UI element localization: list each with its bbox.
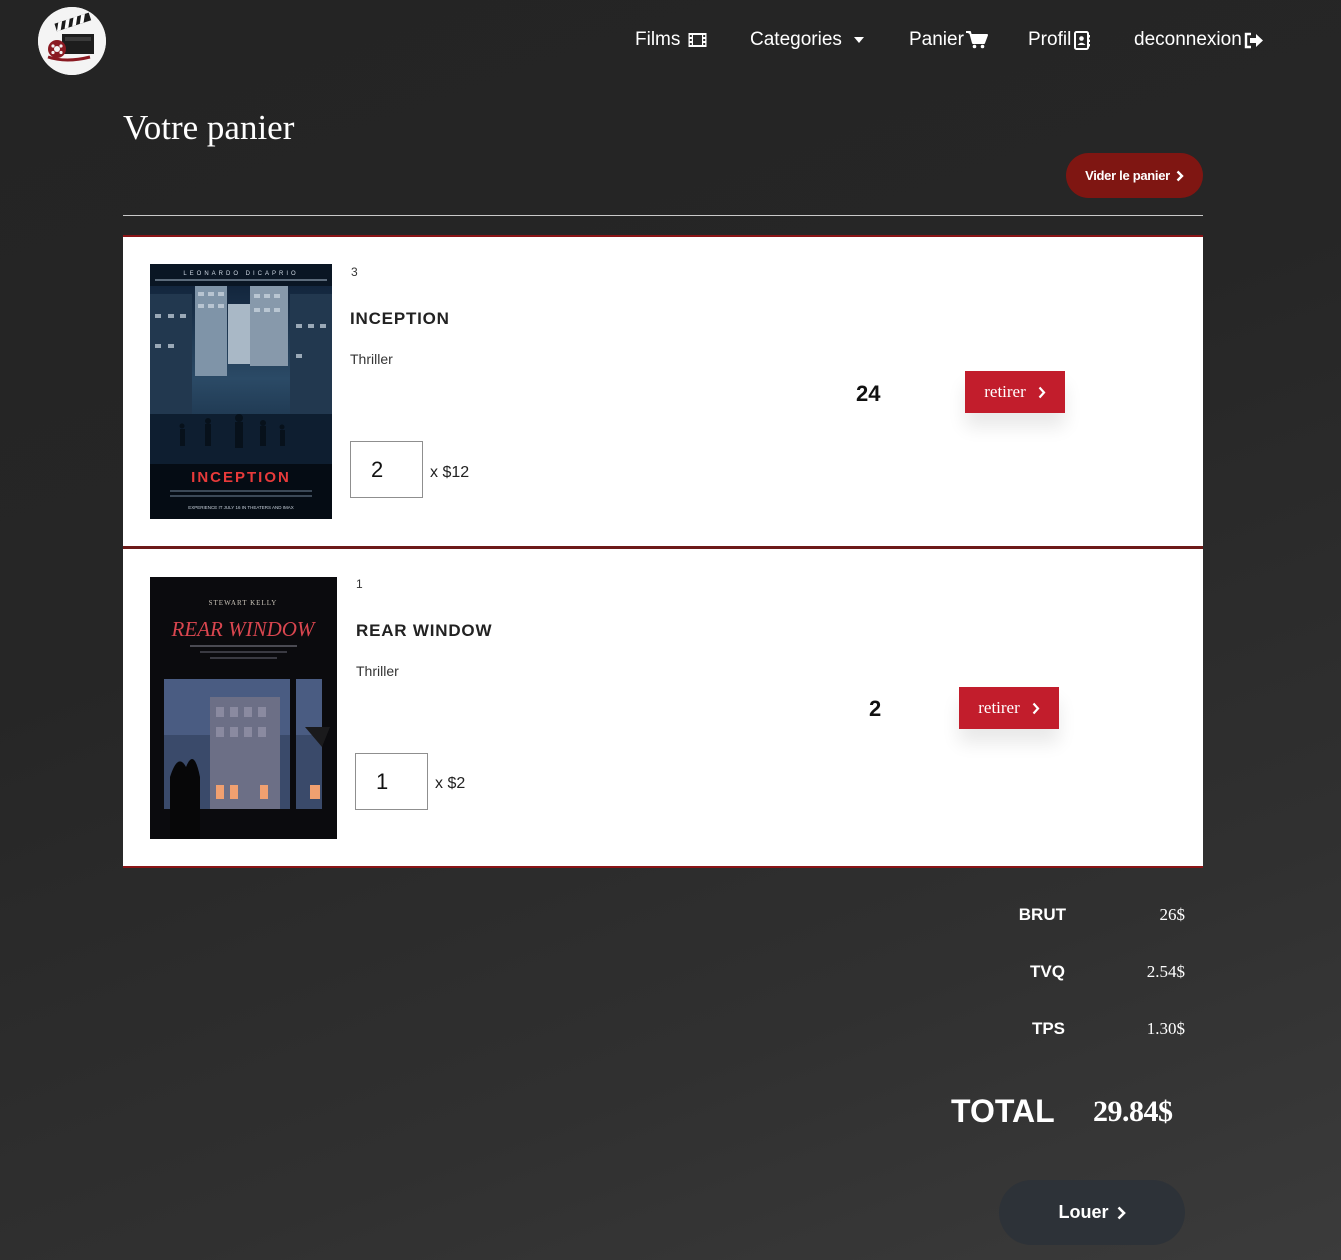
tps-label: TPS	[1031, 1019, 1065, 1038]
quantity-input[interactable]: 1	[355, 753, 428, 810]
chevron-down-icon	[853, 37, 864, 43]
nav-item-categories[interactable]: Categories	[750, 29, 864, 51]
unit-price: x $2	[435, 775, 466, 792]
chevron-right-icon	[1176, 170, 1184, 182]
item-id: 1	[356, 577, 363, 591]
poster-top-text: STEWART KELLY	[209, 599, 278, 607]
unit-price: x $12	[430, 464, 470, 481]
nav-item-panier[interactable]: Panier	[909, 29, 988, 51]
line-total: 2	[869, 696, 882, 721]
film-icon	[686, 32, 707, 48]
poster-footer-text: EXPERIENCE IT JULY 16 IN THEATERS AND IM…	[188, 505, 294, 510]
rent-button[interactable]: Louer	[999, 1180, 1185, 1245]
nav-profil-label: Profil	[1028, 29, 1072, 50]
address-book-icon	[1071, 30, 1091, 50]
remove-item-button[interactable]: retirer	[959, 687, 1059, 729]
nav-item-films[interactable]: Films	[635, 29, 707, 51]
page-title: Votre panier	[123, 108, 295, 147]
nav-panier-label: Panier	[909, 29, 964, 50]
item-genre: Thriller	[356, 663, 399, 679]
remove-item-label: retirer	[978, 698, 1020, 717]
quantity-input[interactable]: 2	[350, 441, 423, 498]
nav-item-logout[interactable]: deconnexion	[1134, 29, 1264, 51]
poster-title-text: INCEPTION	[191, 469, 291, 486]
clear-cart-button[interactable]: Vider le panier	[1066, 153, 1203, 198]
shopping-cart-icon	[964, 31, 988, 49]
poster-title-text: REAR WINDOW	[171, 617, 317, 641]
header-divider	[123, 215, 1203, 216]
nav-logout-label: deconnexion	[1134, 29, 1242, 50]
nav-films-label: Films	[635, 29, 681, 50]
tvq-value: 2.54$	[1146, 962, 1185, 981]
nav-item-profil[interactable]: Profil	[1028, 29, 1091, 51]
sign-out-icon	[1242, 32, 1264, 49]
cart-item: STEWART KELLY REAR WINDOW 1 REAR WINDOW …	[123, 549, 1203, 868]
navbar: Films Categories Panier Profil deconnexi…	[0, 0, 1341, 80]
total-value: 29.84$	[1093, 1095, 1173, 1128]
cart-item: LEONARDO DICAPRIO INCEPTION EXPERIENCE I…	[123, 235, 1203, 549]
item-genre: Thriller	[350, 351, 393, 367]
tps-value: 1.30$	[1146, 1019, 1185, 1038]
item-title: REAR WINDOW	[356, 621, 493, 640]
chevron-right-icon	[1032, 702, 1040, 715]
poster-image-rear-window: STEWART KELLY REAR WINDOW	[150, 577, 337, 839]
logo-clapperboard-icon[interactable]	[38, 7, 106, 75]
remove-item-label: retirer	[984, 382, 1026, 401]
nav-categories-label: Categories	[750, 29, 842, 50]
poster-top-text: LEONARDO DICAPRIO	[183, 271, 298, 277]
tvq-label: TVQ	[1030, 962, 1065, 981]
clear-cart-label: Vider le panier	[1085, 168, 1170, 183]
chevron-right-icon	[1038, 386, 1046, 399]
rent-button-label: Louer	[1058, 1202, 1109, 1222]
poster-image-inception: LEONARDO DICAPRIO INCEPTION EXPERIENCE I…	[150, 264, 332, 519]
total-label: TOTAL	[951, 1093, 1055, 1129]
chevron-right-icon	[1117, 1206, 1126, 1220]
item-id: 3	[351, 265, 358, 279]
brut-value: 26$	[1159, 905, 1186, 924]
brut-label: BRUT	[1018, 905, 1066, 924]
item-title: INCEPTION	[350, 309, 450, 328]
line-total: 24	[856, 381, 881, 406]
remove-item-button[interactable]: retirer	[965, 371, 1065, 413]
